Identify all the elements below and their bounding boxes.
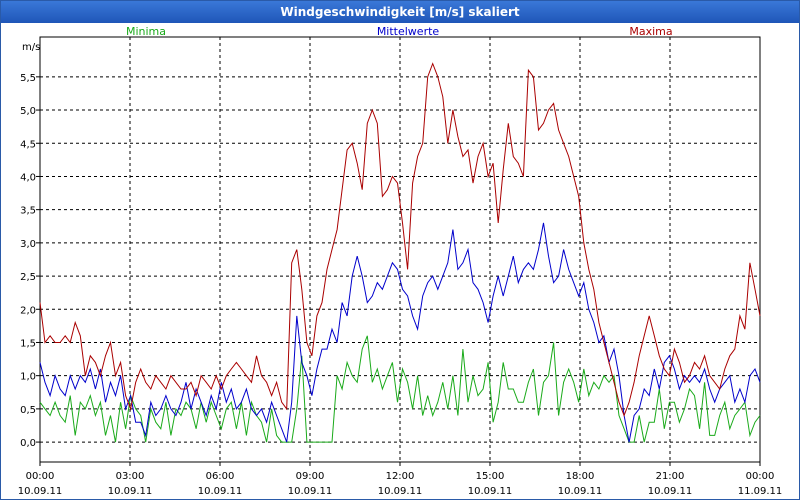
x-axis: 00:00 10.09.11 03:00 10.09.11 06:00 10.09.11 0… (18, 462, 783, 497)
x-tick-date: 10.09.11 (108, 486, 153, 497)
x-tick-date: 10.09.11 (198, 486, 243, 497)
y-tick-label: 3,5 (20, 206, 36, 217)
legend-entry-minima: Minima (126, 25, 166, 38)
y-tick-label: 2,0 (20, 305, 36, 316)
y-tick-label: 3,0 (20, 239, 36, 250)
legend-entry-maxima: Maxima (629, 25, 672, 38)
legend: Minima Mittelwerte Maxima (126, 25, 673, 38)
y-axis-label: m/s (22, 42, 40, 53)
y-tick-label: 1,0 (20, 372, 36, 383)
series-group (39, 62, 761, 443)
x-tick-date: 10.09.11 (648, 486, 693, 497)
x-tick-time: 21:00 (656, 471, 685, 482)
y-tick-label: 5,5 (20, 73, 36, 84)
y-tick-label: 5,0 (20, 106, 36, 117)
x-tick-date: 10.09.11 (378, 486, 423, 497)
x-tick-date: 11.09.11 (738, 486, 783, 497)
legend-entry-mittelwerte: Mittelwerte (377, 25, 440, 38)
x-tick-time: 09:00 (296, 471, 325, 482)
y-axis: 0,0 0,5 1,0 1,5 2,0 2,5 3,0 3,5 4,0 4,5 5,0 5,5 (20, 73, 40, 449)
x-tick-date: 10.09.11 (468, 486, 513, 497)
x-tick-time: 00:00 (26, 471, 55, 482)
x-tick-date: 10.09.11 (288, 486, 333, 497)
y-tick-label: 0,5 (20, 405, 36, 416)
y-tick-label: 1,5 (20, 338, 36, 349)
x-tick-time: 12:00 (386, 471, 415, 482)
grid (40, 37, 760, 462)
x-tick-time: 18:00 (566, 471, 595, 482)
y-tick-label: 0,0 (20, 438, 36, 449)
x-tick-date: 10.09.11 (18, 486, 63, 497)
wind-speed-chart: 0,0 0,5 1,0 1,5 2,0 2,5 3,0 3,5 4,0 4,5 5,0 5,5 00:… (18, 25, 783, 497)
y-tick-label: 4,0 (20, 172, 36, 183)
x-tick-time: 03:00 (116, 471, 145, 482)
x-tick-time: 06:00 (206, 471, 235, 482)
y-tick-label: 4,5 (20, 139, 36, 150)
x-tick-time: 00:00 (746, 471, 775, 482)
y-tick-label: 2,5 (20, 272, 36, 283)
x-tick-date: 10.09.11 (558, 486, 603, 497)
x-tick-time: 15:00 (476, 471, 505, 482)
